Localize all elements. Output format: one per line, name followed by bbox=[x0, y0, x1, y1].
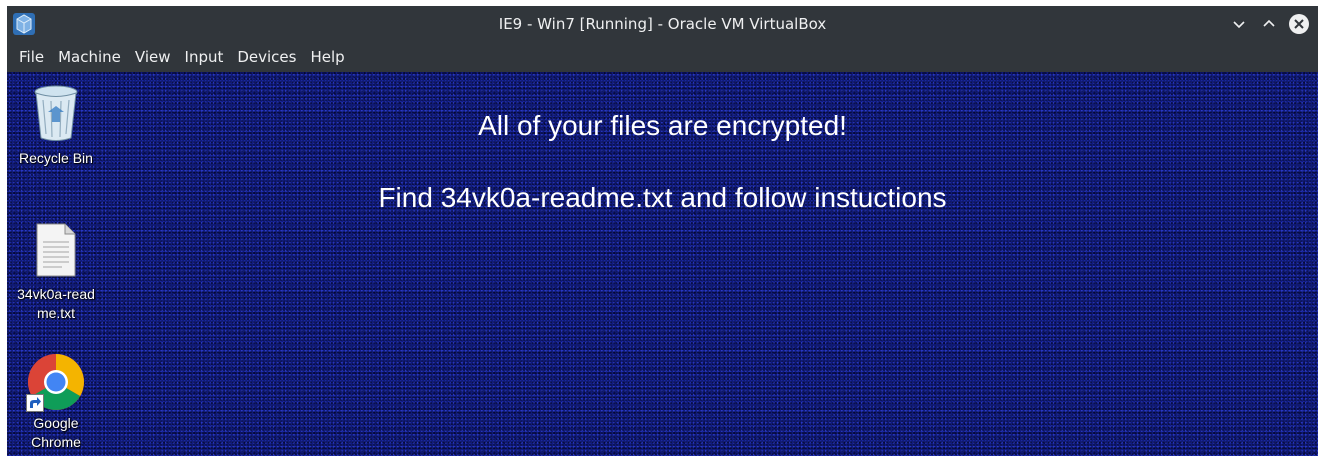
menu-view[interactable]: View bbox=[128, 44, 178, 70]
ransom-message-line-2: Find 34vk0a-readme.txt and follow instuc… bbox=[378, 182, 947, 213]
menu-help[interactable]: Help bbox=[303, 44, 351, 70]
guest-desktop[interactable]: Recycle Bin 34vk0a-readme.txt Google Chr… bbox=[7, 72, 1318, 456]
ransom-message-line-1: All of your files are encrypted! bbox=[478, 110, 847, 141]
recycle-bin-label: Recycle Bin bbox=[19, 150, 93, 166]
chrome-icon bbox=[26, 352, 86, 412]
readme-label: 34vk0a-readme.txt bbox=[17, 286, 95, 321]
desktop-icon-readme[interactable]: 34vk0a-readme.txt bbox=[11, 222, 101, 323]
title-bar[interactable]: IE9 - Win7 [Running] - Oracle VM Virtual… bbox=[7, 6, 1318, 42]
text-file-icon bbox=[11, 222, 101, 283]
maximize-icon[interactable] bbox=[1258, 13, 1280, 35]
window-title: IE9 - Win7 [Running] - Oracle VM Virtual… bbox=[498, 15, 827, 33]
menu-input[interactable]: Input bbox=[178, 44, 231, 70]
close-icon[interactable] bbox=[1288, 13, 1310, 35]
chrome-label: Google Chrome bbox=[31, 415, 81, 450]
menu-devices[interactable]: Devices bbox=[230, 44, 303, 70]
desktop-icon-chrome[interactable]: Google Chrome bbox=[11, 352, 101, 452]
menu-file[interactable]: File bbox=[12, 44, 51, 70]
shortcut-arrow-icon bbox=[26, 394, 44, 412]
virtualbox-window: IE9 - Win7 [Running] - Oracle VM Virtual… bbox=[7, 6, 1318, 456]
menu-machine[interactable]: Machine bbox=[51, 44, 128, 70]
minimize-icon[interactable] bbox=[1228, 13, 1250, 35]
menu-bar: File Machine View Input Devices Help bbox=[7, 42, 1318, 71]
